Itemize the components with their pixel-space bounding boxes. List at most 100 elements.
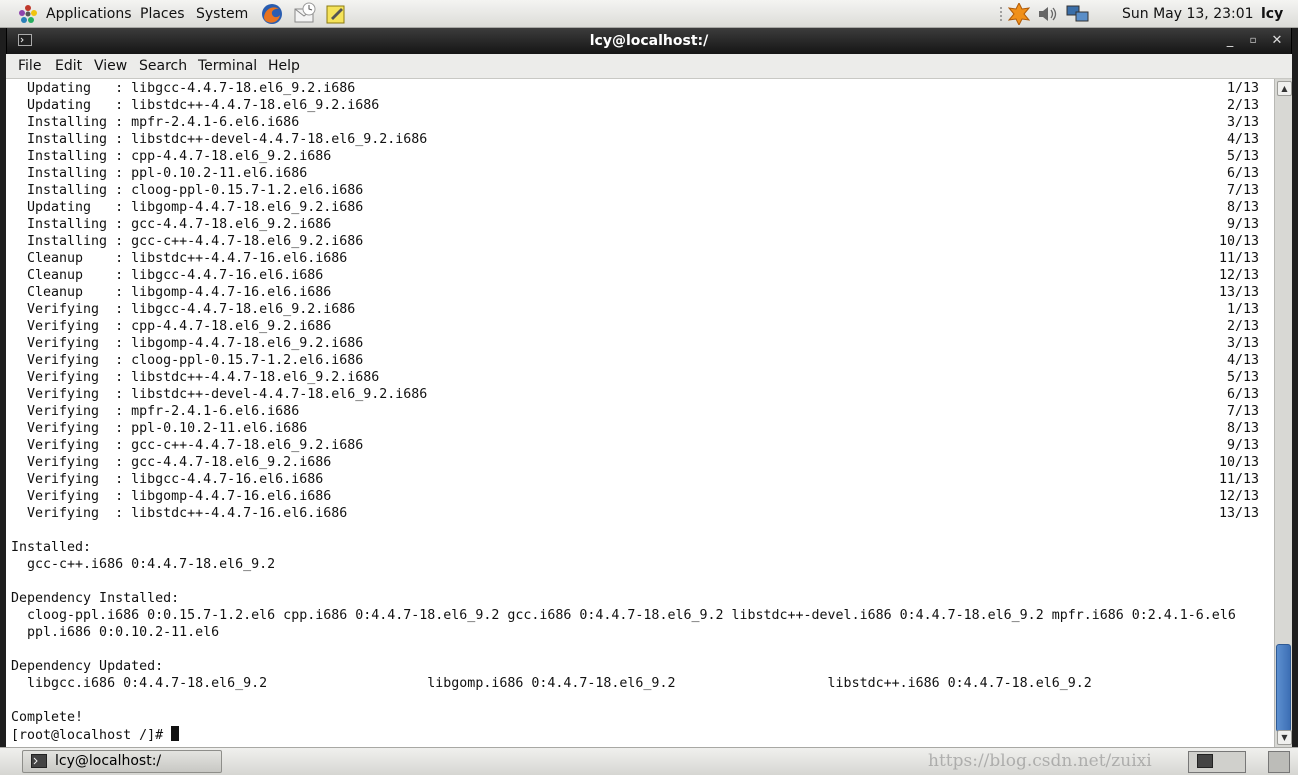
maximize-button[interactable]: ▫ [1245, 33, 1261, 49]
transaction-progress: 5/13 [1226, 370, 1259, 385]
transaction-progress: 3/13 [1226, 115, 1259, 130]
transaction-line: Verifying : cpp-4.4.7-18.el6_9.2.i686 [11, 319, 332, 334]
volume-icon[interactable] [1037, 4, 1059, 24]
installed-line: gcc-c++.i686 0:4.4.7-18.el6_9.2 [11, 557, 276, 572]
update-notifier-icon[interactable] [1007, 1, 1031, 27]
text-cursor [171, 726, 180, 741]
installed-header: Installed: [11, 540, 92, 555]
dep-updated-line: libgcc.i686 0:4.4.7-18.el6_9.2 libgomp.i… [11, 676, 1092, 691]
taskbar-window-button[interactable]: lcy@localhost:/ [22, 750, 222, 773]
taskbar-window-label: lcy@localhost:/ [55, 753, 162, 769]
transaction-progress: 7/13 [1226, 404, 1259, 419]
transaction-progress: 7/13 [1226, 183, 1259, 198]
text-editor-icon[interactable] [325, 3, 347, 25]
transaction-progress: 11/13 [1218, 472, 1259, 487]
window-title: lcy@localhost:/ [589, 33, 709, 49]
transaction-line: Installing : ppl-0.10.2-11.el6.i686 [11, 166, 308, 181]
transaction-progress: 2/13 [1226, 319, 1259, 334]
vertical-scrollbar[interactable]: ▲ ▼ [1274, 79, 1292, 747]
menu-edit[interactable]: Edit [55, 54, 82, 79]
transaction-line: Verifying : libstdc++-4.4.7-18.el6_9.2.i… [11, 370, 380, 385]
bottom-panel: lcy@localhost:/ https://blog.csdn.net/zu… [0, 747, 1298, 775]
transaction-line: Updating : libgcc-4.4.7-18.el6_9.2.i686 [11, 81, 356, 96]
transaction-progress: 10/13 [1218, 234, 1259, 249]
transaction-line: Verifying : libgomp-4.4.7-18.el6_9.2.i68… [11, 336, 364, 351]
transaction-line: Verifying : libstdc++-devel-4.4.7-18.el6… [11, 387, 428, 402]
transaction-line: Updating : libstdc++-4.4.7-18.el6_9.2.i6… [11, 98, 380, 113]
transaction-progress: 6/13 [1226, 166, 1259, 181]
transaction-line: Installing : libstdc++-devel-4.4.7-18.el… [11, 132, 428, 147]
workspace-switcher-1[interactable] [1188, 751, 1246, 773]
transaction-progress: 12/13 [1218, 489, 1259, 504]
transaction-line: Installing : mpfr-2.4.1-6.el6.i686 [11, 115, 300, 130]
applications-icon[interactable] [18, 4, 38, 24]
watermark: https://blog.csdn.net/zuixi [928, 751, 1152, 771]
transaction-line: Installing : gcc-4.4.7-18.el6_9.2.i686 [11, 217, 332, 232]
transaction-progress: 8/13 [1226, 421, 1259, 436]
transaction-progress: 8/13 [1226, 200, 1259, 215]
window-titlebar[interactable]: lcy@localhost:/ _ ▫ ✕ [6, 28, 1292, 54]
menu-terminal[interactable]: Terminal [198, 54, 257, 79]
transaction-progress: 10/13 [1218, 455, 1259, 470]
transaction-line: Verifying : gcc-c++-4.4.7-18.el6_9.2.i68… [11, 438, 364, 453]
user-name[interactable]: lcy [1261, 0, 1283, 28]
scroll-up-arrow[interactable]: ▲ [1277, 81, 1292, 96]
menu-search[interactable]: Search [139, 54, 187, 79]
dep-updated-header: Dependency Updated: [11, 659, 164, 674]
workspace-switcher-2[interactable] [1268, 751, 1290, 773]
transaction-progress: 4/13 [1226, 353, 1259, 368]
transaction-line: Verifying : libgcc-4.4.7-16.el6.i686 [11, 472, 324, 487]
transaction-line: Verifying : libgcc-4.4.7-18.el6_9.2.i686 [11, 302, 356, 317]
top-panel: Applications Places System Sun May 13, 2… [0, 0, 1298, 28]
dep-installed-line: cloog-ppl.i686 0:0.15.7-1.2.el6 cpp.i686… [11, 608, 1236, 623]
transaction-line: Installing : cloog-ppl-0.15.7-1.2.el6.i6… [11, 183, 364, 198]
scroll-down-arrow[interactable]: ▼ [1277, 730, 1292, 745]
transaction-line: Updating : libgomp-4.4.7-18.el6_9.2.i686 [11, 200, 364, 215]
transaction-line: Installing : gcc-c++-4.4.7-18.el6_9.2.i6… [11, 234, 364, 249]
transaction-line: Verifying : libgomp-4.4.7-16.el6.i686 [11, 489, 332, 504]
transaction-progress: 9/13 [1226, 217, 1259, 232]
menu-help[interactable]: Help [268, 54, 300, 79]
transaction-progress: 13/13 [1218, 506, 1259, 521]
transaction-progress: 6/13 [1226, 387, 1259, 402]
transaction-line: Verifying : gcc-4.4.7-18.el6_9.2.i686 [11, 455, 332, 470]
shell-prompt: [root@localhost /]# [11, 728, 172, 743]
menu-file[interactable]: File [18, 54, 41, 79]
transaction-line: Cleanup : libstdc++-4.4.7-16.el6.i686 [11, 251, 348, 266]
clock[interactable]: Sun May 13, 23:01 [1122, 0, 1254, 28]
transaction-progress: 1/13 [1226, 81, 1259, 96]
menu-view[interactable]: View [94, 54, 127, 79]
transaction-progress: 12/13 [1218, 268, 1259, 283]
transaction-line: Verifying : cloog-ppl-0.15.7-1.2.el6.i68… [11, 353, 364, 368]
menu-bar: File Edit View Search Terminal Help [6, 54, 1292, 79]
terminal-task-icon [31, 754, 47, 775]
applications-menu[interactable]: Applications [46, 0, 132, 28]
minimize-button[interactable]: _ [1222, 33, 1238, 49]
shell-prompt-line[interactable]: [root@localhost /]# [11, 726, 180, 743]
terminal-output[interactable]: Updating : libgcc-4.4.7-18.el6_9.2.i686 1… [6, 79, 1274, 747]
transaction-progress: 5/13 [1226, 149, 1259, 164]
panel-drag-handle[interactable] [998, 4, 1004, 24]
transaction-progress: 11/13 [1218, 251, 1259, 266]
close-button[interactable]: ✕ [1269, 33, 1285, 49]
dep-installed-header: Dependency Installed: [11, 591, 180, 606]
transaction-progress: 13/13 [1218, 285, 1259, 300]
transaction-progress: 3/13 [1226, 336, 1259, 351]
places-menu[interactable]: Places [140, 0, 185, 28]
scrollbar-thumb[interactable] [1276, 644, 1291, 732]
transaction-line: Verifying : ppl-0.10.2-11.el6.i686 [11, 421, 308, 436]
network-icon[interactable] [1066, 4, 1090, 24]
transaction-progress: 2/13 [1226, 98, 1259, 113]
complete-message: Complete! [11, 710, 84, 725]
mail-clock-icon[interactable] [293, 2, 317, 26]
transaction-line: Installing : cpp-4.4.7-18.el6_9.2.i686 [11, 149, 332, 164]
transaction-line: Cleanup : libgcc-4.4.7-16.el6.i686 [11, 268, 324, 283]
transaction-line: Verifying : mpfr-2.4.1-6.el6.i686 [11, 404, 300, 419]
firefox-icon[interactable] [261, 3, 283, 25]
transaction-progress: 4/13 [1226, 132, 1259, 147]
transaction-line: Verifying : libstdc++-4.4.7-16.el6.i686 [11, 506, 348, 521]
dep-installed-line: ppl.i686 0:0.10.2-11.el6 [11, 625, 220, 640]
transaction-progress: 1/13 [1226, 302, 1259, 317]
system-menu[interactable]: System [196, 0, 248, 28]
transaction-line: Cleanup : libgomp-4.4.7-16.el6.i686 [11, 285, 332, 300]
